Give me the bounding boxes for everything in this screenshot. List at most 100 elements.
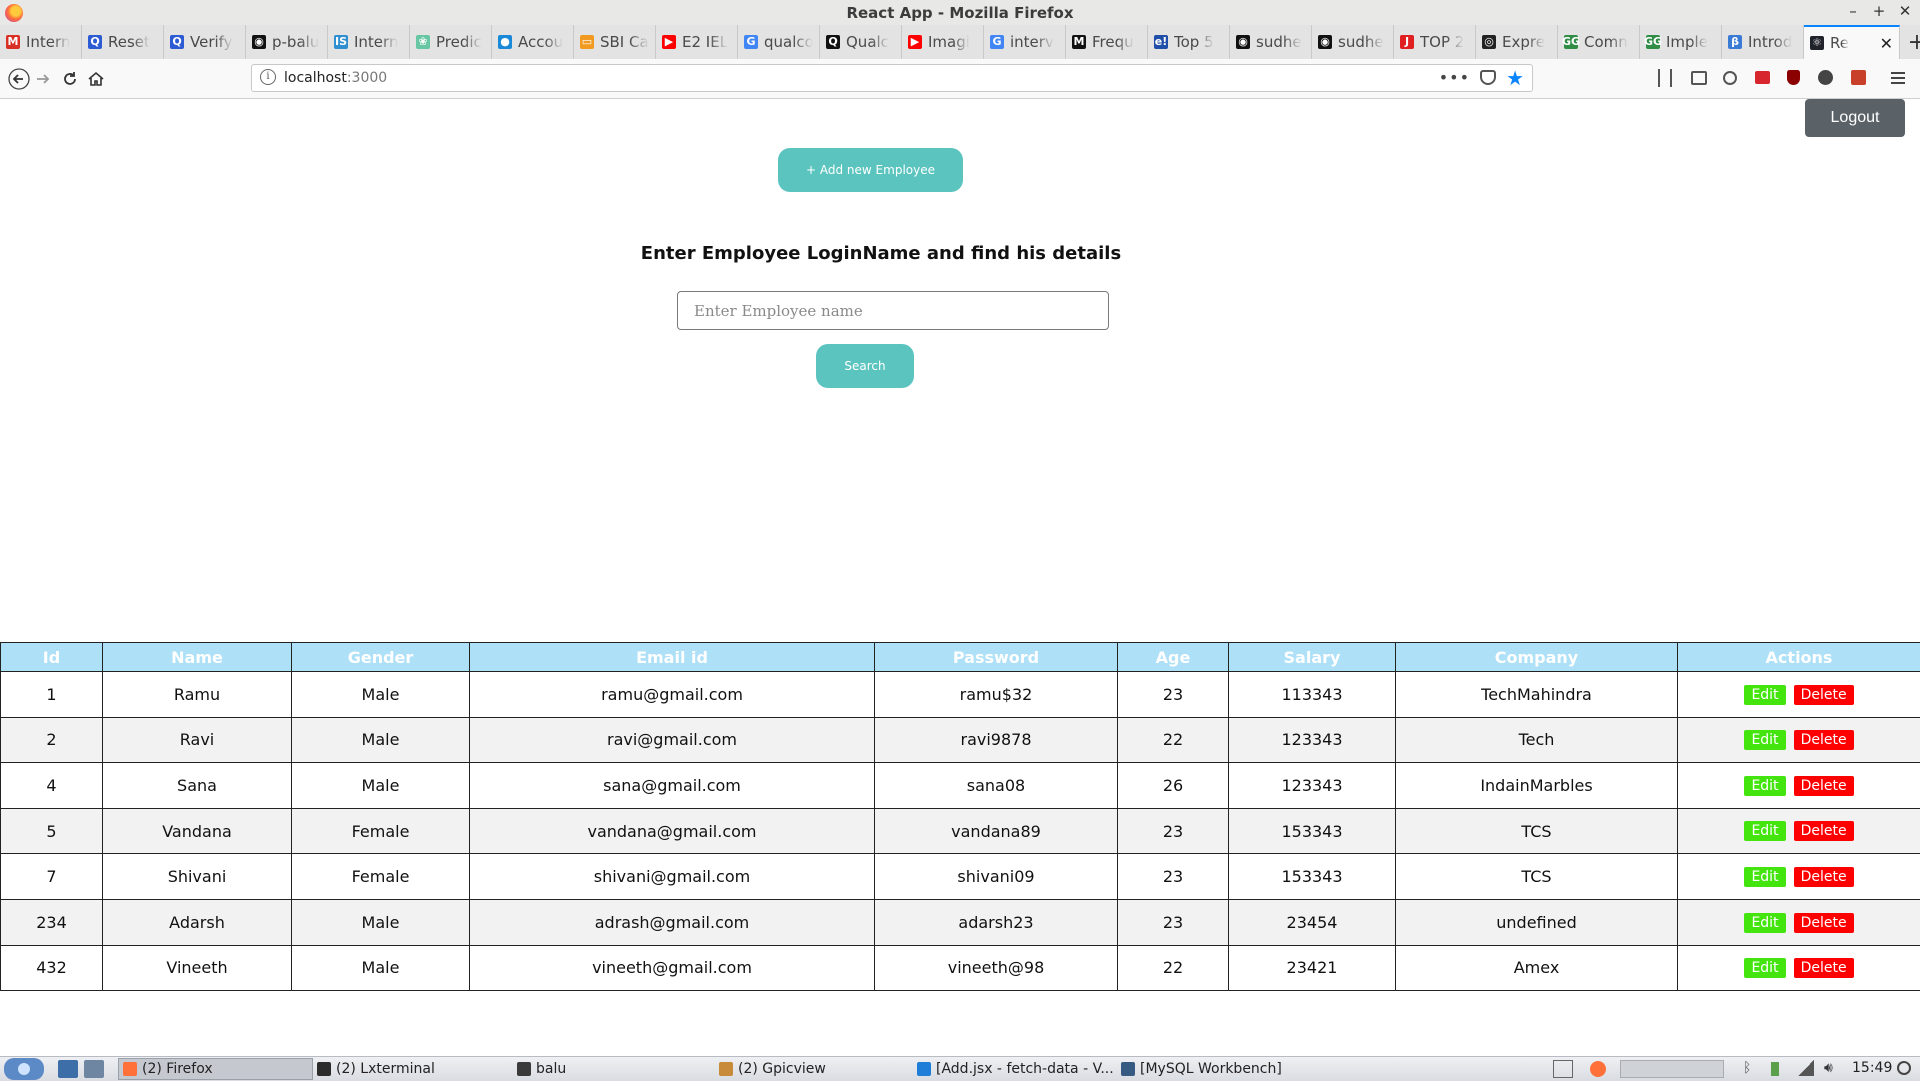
browser-tab[interactable]: ◉p-balu — [246, 25, 328, 59]
column-header: Age — [1118, 643, 1229, 672]
pocket-icon[interactable] — [1480, 70, 1496, 85]
delete-button[interactable]: Delete — [1794, 958, 1854, 978]
extension-icon[interactable] — [1755, 71, 1770, 84]
browser-tab[interactable]: ▶Imagi — [902, 25, 984, 59]
account-icon[interactable] — [1723, 71, 1737, 85]
table-cell: Male — [292, 672, 470, 718]
taskbar-task[interactable]: [Add.jsx - fetch-data - V... — [917, 1058, 1117, 1080]
new-tab-button[interactable]: + — [1900, 25, 1920, 59]
table-cell: vandana89 — [875, 808, 1118, 854]
browser-tab[interactable]: QVerify — [164, 25, 246, 59]
extension-icon[interactable] — [1851, 70, 1866, 85]
taskbar-task[interactable]: balu — [517, 1058, 707, 1080]
browser-tab[interactable]: Ginterv — [984, 25, 1066, 59]
extension-icon[interactable] — [1818, 70, 1833, 85]
bluetooth-icon[interactable]: ᛒ — [1743, 1060, 1753, 1078]
close-tab-icon[interactable]: ✕ — [1880, 34, 1893, 53]
battery-icon[interactable] — [1771, 1062, 1779, 1076]
tab-label: qualco — [764, 33, 813, 51]
tab-label: SBI Ca — [600, 33, 649, 51]
beta-icon: β — [1728, 35, 1742, 49]
logout-button[interactable]: Logout — [1805, 99, 1905, 137]
site-info-icon[interactable]: i — [260, 69, 276, 85]
taskbar-task[interactable]: (2) Lxterminal — [317, 1058, 507, 1080]
network-icon[interactable] — [1798, 1060, 1814, 1076]
browser-tab[interactable]: Gqualco — [738, 25, 820, 59]
file-manager-icon[interactable] — [84, 1060, 104, 1078]
gfg-icon: GG — [1564, 35, 1578, 49]
close-window-button[interactable]: ✕ — [1898, 2, 1912, 20]
ublock-icon[interactable] — [1787, 70, 1800, 85]
table-cell: 23 — [1118, 808, 1229, 854]
browser-tab[interactable]: GG Comn — [1558, 25, 1640, 59]
taskbar-task[interactable]: [MySQL Workbench] — [1121, 1058, 1321, 1080]
add-employee-button[interactable]: + Add new Employee — [778, 148, 963, 192]
table-row: 432VineethMalevineeth@gmail.comvineeth@9… — [1, 945, 1920, 991]
url-text[interactable]: localhost:3000 — [284, 70, 387, 86]
browser-tab[interactable]: ●Accou — [492, 25, 574, 59]
edit-button[interactable]: Edit — [1744, 958, 1785, 978]
tab-active[interactable]: ⚛Re✕ — [1804, 25, 1900, 59]
delete-button[interactable]: Delete — [1794, 821, 1854, 841]
browser-tab[interactable]: ◉sudhe — [1312, 25, 1394, 59]
sidebar-icon[interactable] — [1691, 71, 1707, 85]
browser-tab[interactable]: ◉sudhe — [1230, 25, 1312, 59]
browser-tab[interactable]: e!Top 5 — [1148, 25, 1230, 59]
delete-button[interactable]: Delete — [1794, 913, 1854, 933]
maximize-button[interactable]: + — [1872, 2, 1886, 20]
delete-button[interactable]: Delete — [1794, 685, 1854, 705]
google-icon: G — [744, 35, 758, 49]
volume-icon[interactable]: 🔊︎ — [1824, 1060, 1842, 1078]
edit-button[interactable]: Edit — [1744, 730, 1785, 750]
desktop-icon[interactable] — [58, 1060, 78, 1078]
browser-tab[interactable]: ◎Expre — [1476, 25, 1558, 59]
browser-tab[interactable]: ▶E2 IEL — [656, 25, 738, 59]
power-icon[interactable] — [1897, 1061, 1911, 1075]
library-icon[interactable] — [1658, 69, 1672, 87]
search-button[interactable]: Search — [816, 344, 914, 388]
browser-tab[interactable]: JTOP 2 — [1394, 25, 1476, 59]
browser-tab[interactable]: GGImple — [1640, 25, 1722, 59]
minimize-button[interactable]: – — [1846, 2, 1860, 20]
vscode-icon — [917, 1062, 931, 1076]
job-icon: J — [1400, 35, 1414, 49]
bookmark-star-icon[interactable]: ★ — [1506, 66, 1524, 90]
edit-button[interactable]: Edit — [1744, 821, 1785, 841]
reload-icon[interactable] — [57, 66, 83, 92]
edit-button[interactable]: Edit — [1744, 685, 1785, 705]
delete-button[interactable]: Delete — [1794, 867, 1854, 887]
edit-button[interactable]: Edit — [1744, 867, 1785, 887]
tab-label: Comn — [1584, 33, 1628, 51]
browser-tab[interactable]: QQualc — [820, 25, 902, 59]
github-icon: ◉ — [1318, 35, 1332, 49]
browser-tab[interactable]: QReset — [82, 25, 164, 59]
taskbar-task[interactable]: (2) Firefox — [118, 1058, 313, 1080]
employee-search-input[interactable] — [677, 291, 1109, 330]
home-icon[interactable] — [83, 66, 109, 92]
table-cell: 26 — [1118, 763, 1229, 809]
employee-table: IdNameGenderEmail idPasswordAgeSalaryCom… — [0, 642, 1920, 991]
window-list-icon[interactable] — [1553, 1060, 1573, 1078]
edit-button[interactable]: Edit — [1744, 913, 1785, 933]
hamburger-menu-icon[interactable] — [1891, 72, 1905, 84]
page-actions-icon[interactable]: ••• — [1439, 68, 1470, 87]
edit-button[interactable]: Edit — [1744, 776, 1785, 796]
browser-tab[interactable]: ▭SBI Ca — [574, 25, 656, 59]
browser-tab[interactable]: ❀Predic — [410, 25, 492, 59]
folder-icon — [517, 1062, 531, 1076]
browser-tab[interactable]: βIntrod — [1722, 25, 1804, 59]
firefox-icon[interactable] — [1590, 1061, 1606, 1077]
browser-tab[interactable]: ISIntern — [328, 25, 410, 59]
browser-tab[interactable]: MIntern — [0, 25, 82, 59]
browser-tab[interactable]: MFrequ — [1066, 25, 1148, 59]
google-icon: G — [990, 35, 1004, 49]
url-bar[interactable]: i localhost:3000 ••• ★ — [251, 64, 1533, 92]
table-cell: Male — [292, 945, 470, 991]
start-menu-icon[interactable] — [4, 1058, 44, 1080]
taskbar-task[interactable]: (2) Gpicview — [719, 1058, 909, 1080]
table-cell: shivani@gmail.com — [470, 854, 875, 900]
back-icon[interactable] — [6, 66, 32, 92]
delete-button[interactable]: Delete — [1794, 776, 1854, 796]
delete-button[interactable]: Delete — [1794, 730, 1854, 750]
forward-icon[interactable] — [30, 66, 56, 92]
